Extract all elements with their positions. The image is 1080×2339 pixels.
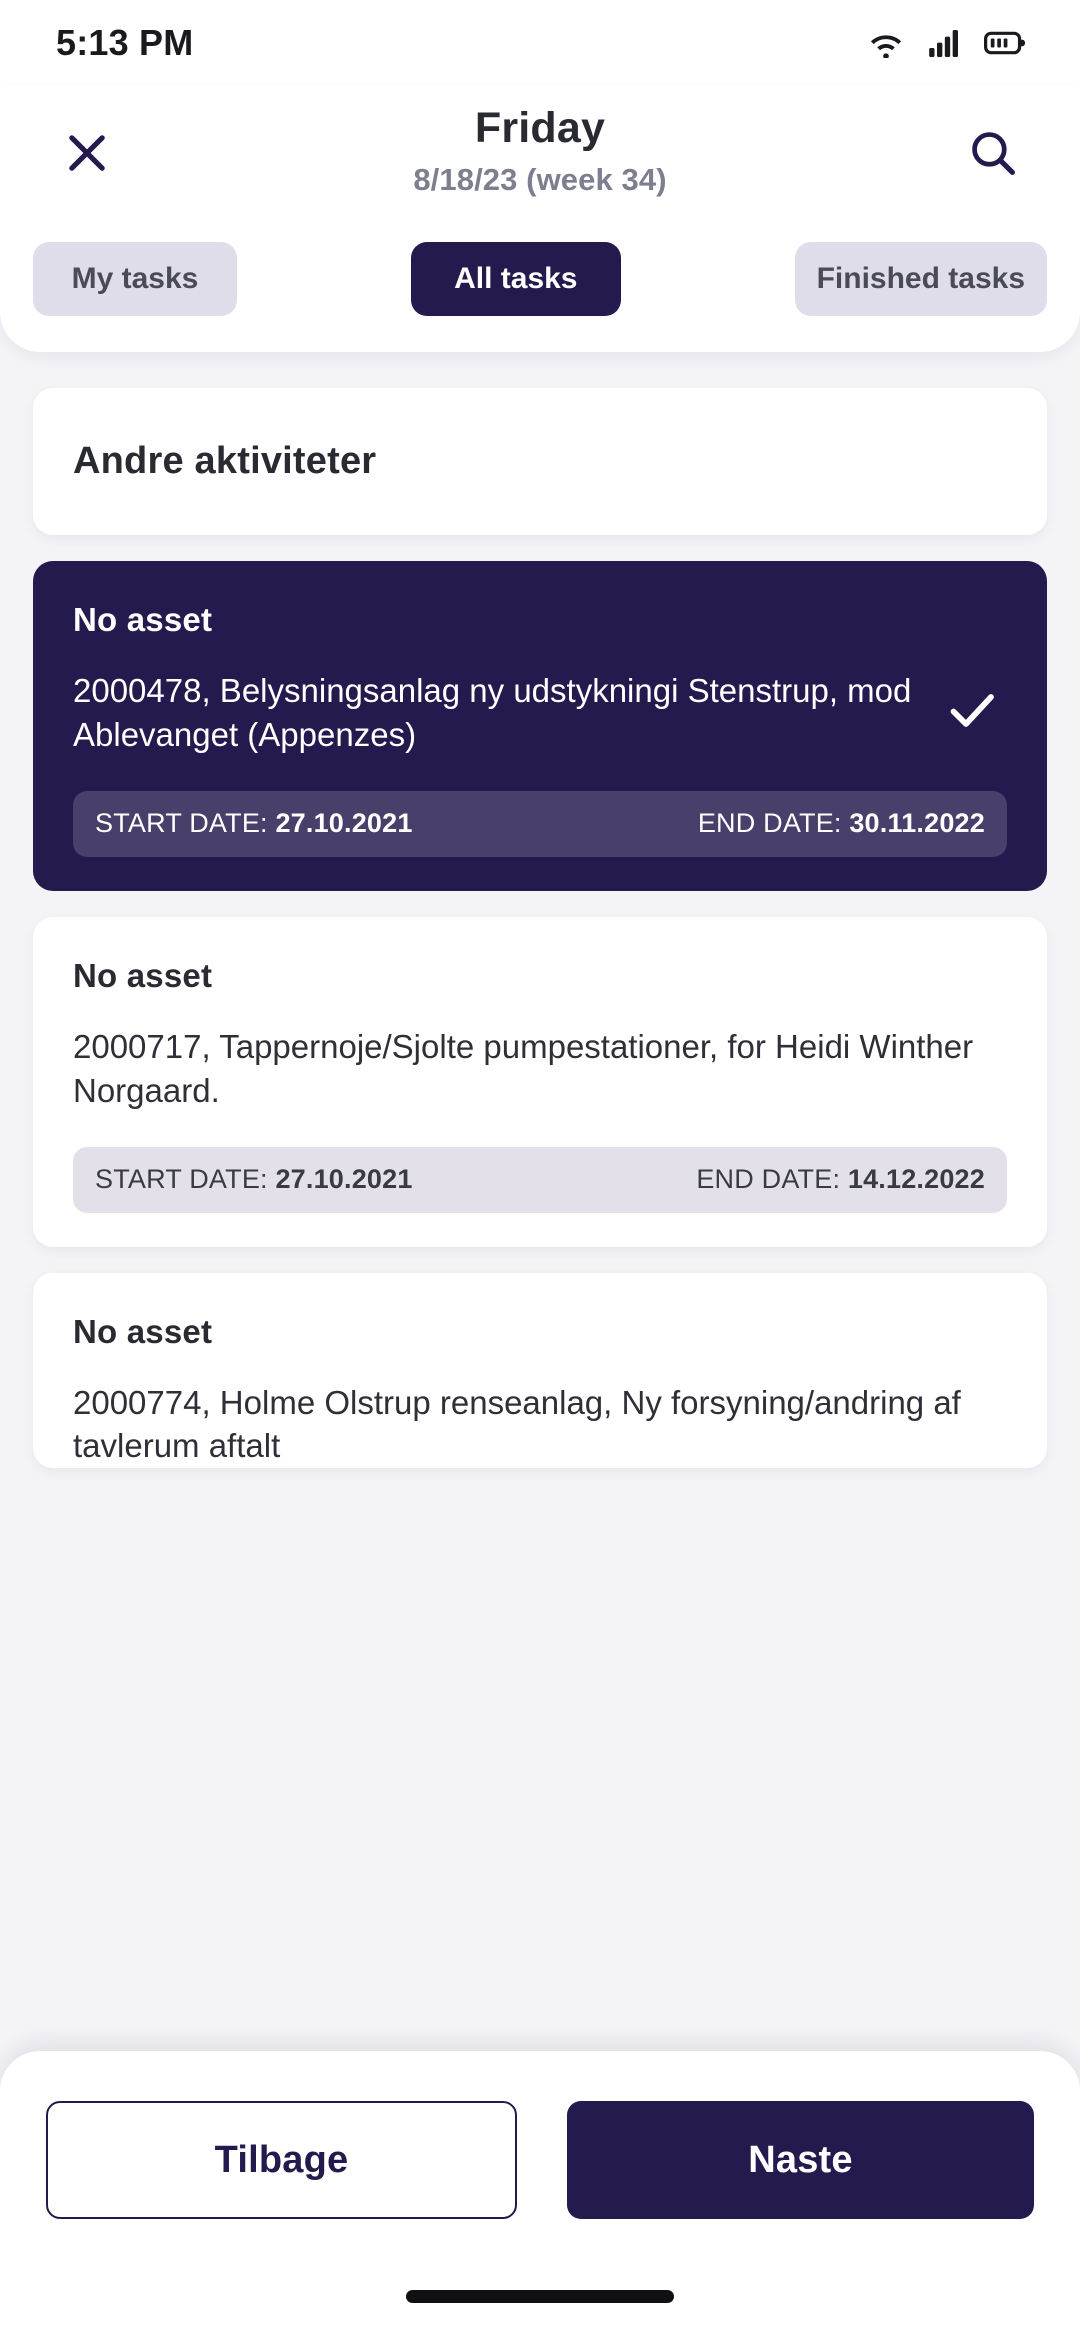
task-description: 2000774, Holme Olstrup renseanlag, Ny fo… [73,1383,961,1465]
header-titles: Friday 8/18/23 (week 34) [130,104,950,201]
task-end-date: END DATE: 14.12.2022 [696,1164,985,1195]
page-title: Friday [474,104,606,153]
task-date-bar: START DATE: 27.10.2021 END DATE: 30.11.2… [73,790,1007,857]
header-card: Friday 8/18/23 (week 34) My tasks All ta… [0,86,1080,352]
task-end-date: END DATE: 30.11.2022 [698,808,985,839]
battery-icon [984,28,1026,58]
task-end-date-value: 14.12.2022 [847,1164,985,1194]
close-button[interactable] [44,110,130,196]
bottom-action-bar: Tilbage Naste [0,2051,1080,2339]
check-icon [942,680,1002,745]
wifi-icon [866,28,906,58]
task-start-date-value: 27.10.2021 [275,1164,413,1194]
task-asset-label: No asset [73,956,213,994]
task-date-bar: START DATE: 27.10.2021 END DATE: 14.12.2… [73,1146,1007,1213]
status-bar-time: 5:13 PM [56,22,194,63]
status-bar: 5:13 PM [0,0,1080,86]
tab-my-tasks[interactable]: My tasks [33,242,237,316]
task-asset-label: No asset [73,601,213,638]
search-icon [966,126,1020,180]
task-end-date-label: END DATE: [697,808,842,839]
task-selected-check[interactable] [937,680,1007,745]
task-start-date-label: START DATE: [95,808,268,839]
cellular-signal-icon [928,28,962,58]
task-list: Andre aktiviteter No asset 2000478, Bely… [0,352,1080,1469]
tab-all-tasks[interactable]: All tasks [410,242,621,316]
page-subtitle: 8/18/23 (week 34) [413,161,667,197]
next-button[interactable]: Naste [567,2101,1034,2219]
task-end-date-label: END DATE: [696,1164,841,1194]
task-row[interactable]: No asset 2000478, Belysningsanlag ny uds… [33,561,1047,891]
bottom-actions: Tilbage Naste [46,2101,1034,2219]
task-row[interactable]: No asset 2000717, Tappernoje/Sjolte pump… [33,916,1047,1247]
task-filter-tabs: My tasks All tasks Finished tasks [0,206,1080,316]
search-button[interactable] [950,110,1036,196]
status-bar-icons [866,28,1026,58]
task-asset-label: No asset [73,1312,213,1350]
task-end-date-value: 30.11.2022 [849,808,985,839]
task-body: 2000774, Holme Olstrup renseanlag, Ny fo… [73,1381,1007,1469]
tab-finished-tasks[interactable]: Finished tasks [794,242,1047,316]
task-description: 2000717, Tappernoje/Sjolte pumpestatione… [73,1027,974,1109]
task-body: 2000717, Tappernoje/Sjolte pumpestatione… [73,1025,1007,1113]
section-header-card[interactable]: Andre aktiviteter [33,388,1047,535]
task-start-date-value: 27.10.2021 [275,808,413,839]
task-start-date-label: START DATE: [95,1164,268,1194]
task-body: 2000478, Belysningsanlag ny udstykningi … [73,669,1007,757]
section-title: Andre aktiviteter [73,440,377,482]
home-indicator [406,2290,674,2303]
back-button[interactable]: Tilbage [46,2101,517,2219]
task-description: 2000478, Belysningsanlag ny udstykningi … [73,672,912,753]
task-start-date: START DATE: 27.10.2021 [95,1164,413,1195]
header-row: Friday 8/18/23 (week 34) [0,86,1080,206]
close-icon [61,127,113,179]
task-row[interactable]: No asset 2000774, Holme Olstrup renseanl… [33,1272,1047,1469]
task-start-date: START DATE: 27.10.2021 [95,808,413,839]
